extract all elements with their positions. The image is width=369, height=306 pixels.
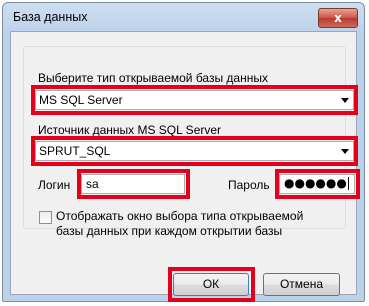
ok-highlight bbox=[168, 267, 255, 302]
show-dialog-label-line1: Отображать окно выбора типа открываемой bbox=[56, 209, 304, 223]
source-highlight bbox=[31, 136, 358, 166]
database-dialog: База данных x Выберите тип открываемой б… bbox=[2, 2, 365, 302]
source-label: Источник данных MS SQL Server bbox=[38, 123, 222, 137]
show-dialog-checkbox[interactable] bbox=[39, 211, 52, 224]
title-bar[interactable]: База данных x bbox=[3, 3, 364, 31]
dialog-body: Выберите тип открываемой базы данных MS … bbox=[10, 31, 360, 302]
login-highlight bbox=[77, 169, 190, 199]
dialog-title: База данных bbox=[13, 10, 88, 24]
login-label: Логин bbox=[38, 178, 71, 192]
db-type-label: Выберите тип открываемой базы данных bbox=[38, 71, 268, 85]
password-label: Пароль bbox=[228, 178, 270, 192]
show-dialog-label-line2: базы данных при каждом открытии базы bbox=[56, 224, 283, 238]
password-highlight bbox=[275, 169, 360, 199]
cancel-button[interactable]: Отмена bbox=[263, 273, 340, 296]
db-type-highlight bbox=[31, 85, 358, 115]
close-icon: x bbox=[334, 11, 342, 25]
close-button[interactable]: x bbox=[318, 8, 358, 28]
